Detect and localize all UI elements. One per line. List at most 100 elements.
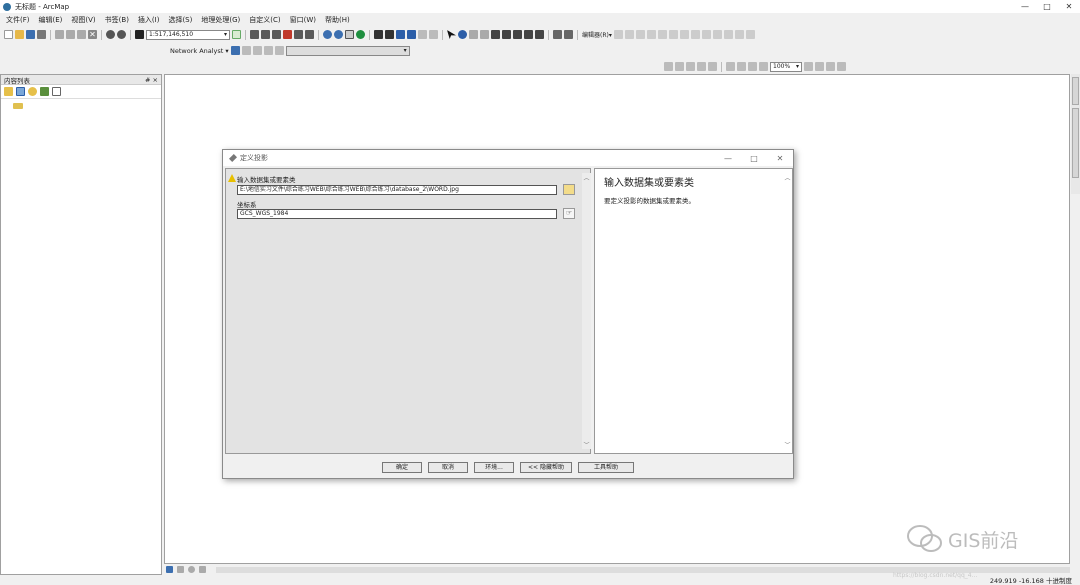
catalog-dock-tab[interactable] (1072, 77, 1079, 105)
select-elements-icon[interactable] (447, 30, 456, 39)
add-data-icon[interactable] (135, 30, 144, 39)
cancel-button[interactable]: 取消 (428, 461, 468, 473)
edit-more-icon[interactable] (745, 30, 755, 39)
dialog-minimize-button[interactable]: — (715, 154, 741, 163)
full-extent-icon[interactable] (356, 30, 365, 39)
edit-tool-icon[interactable] (613, 30, 623, 39)
identify-icon[interactable] (458, 30, 467, 39)
menu-file[interactable]: 文件(F) (6, 15, 30, 25)
menu-windows[interactable]: 窗口(W) (290, 15, 316, 25)
create-network-location-icon[interactable] (241, 46, 251, 55)
ok-button[interactable]: 确定 (382, 461, 422, 473)
zoom-in-icon[interactable] (323, 30, 332, 39)
pause-drawing-icon[interactable] (199, 566, 206, 573)
parameters-scrollbar[interactable]: ︿ ﹀ (582, 173, 591, 449)
new-document-icon[interactable] (4, 30, 13, 39)
list-by-drawing-order-icon[interactable] (4, 87, 13, 96)
table-icon[interactable] (250, 30, 259, 39)
layout-zoom-out-icon[interactable] (675, 62, 684, 71)
fixed-zoom-in-icon[interactable] (374, 30, 383, 39)
edit-vertices-icon[interactable] (624, 30, 634, 39)
menu-customize[interactable]: 自定义(C) (249, 15, 280, 25)
undo-icon[interactable] (106, 30, 115, 39)
help-scrollbar[interactable]: ︿ ﹀ (783, 173, 792, 449)
toggle-draft-mode-icon[interactable] (804, 62, 813, 71)
go-to-xy-icon[interactable] (524, 30, 533, 39)
list-by-visibility-icon[interactable] (28, 87, 37, 96)
zoom-whole-page-icon[interactable] (697, 62, 706, 71)
copy-icon[interactable] (66, 30, 75, 39)
edit-annotation-icon[interactable] (734, 30, 744, 39)
zoom-out-icon[interactable] (334, 30, 343, 39)
layout-pan-icon[interactable] (686, 62, 695, 71)
search-window-icon[interactable] (272, 30, 281, 39)
toc-pin-close[interactable]: # × (145, 76, 158, 84)
find-icon[interactable] (502, 30, 511, 39)
editor-menu[interactable]: 编辑器(R)▾ (582, 30, 612, 39)
paste-icon[interactable] (77, 30, 86, 39)
catalog-icon[interactable] (261, 30, 270, 39)
find-route-icon[interactable] (513, 30, 522, 39)
menu-selection[interactable]: 选择(S) (168, 15, 192, 25)
redo-icon[interactable] (117, 30, 126, 39)
hide-help-button[interactable]: << 隐藏帮助 (520, 461, 572, 473)
dialog-close-button[interactable]: ✕ (767, 154, 793, 163)
tool-help-button[interactable]: 工具帮助 (578, 461, 634, 473)
menu-insert[interactable]: 插入(I) (138, 15, 160, 25)
minimize-button[interactable]: — (1014, 2, 1036, 11)
create-features-icon[interactable] (701, 30, 711, 39)
go-forward-layout-icon[interactable] (759, 62, 768, 71)
model-builder-icon[interactable] (305, 30, 314, 39)
reshape-icon[interactable] (635, 30, 645, 39)
focus-data-frame-icon[interactable] (815, 62, 824, 71)
directions-icon[interactable] (274, 46, 284, 55)
menu-edit[interactable]: 编辑(E) (39, 15, 63, 25)
help-scroll-down-icon[interactable]: ﹀ (783, 440, 792, 449)
pan-icon[interactable] (345, 30, 354, 39)
python-icon[interactable] (294, 30, 303, 39)
maximize-button[interactable]: □ (1036, 2, 1058, 11)
scroll-up-icon[interactable]: ︿ (582, 173, 591, 182)
analysis-layer-combo[interactable]: ▾ (285, 45, 410, 56)
hyperlink-icon[interactable] (469, 30, 478, 39)
list-by-source-icon[interactable] (16, 87, 25, 96)
layout-view-icon[interactable] (177, 566, 184, 573)
save-icon[interactable] (26, 30, 35, 39)
fixed-zoom-out-icon[interactable] (385, 30, 394, 39)
input-dataset-field[interactable]: E:\地信实习文件\综合练习WEB\综合练习WEB\综合练习\database_… (237, 185, 557, 195)
toc-options-icon[interactable] (52, 87, 61, 96)
menu-help[interactable]: 帮助(H) (325, 15, 350, 25)
coordinate-system-field[interactable]: GCS_WGS_1984 (237, 209, 557, 219)
spatial-reference-button[interactable]: ☞ (563, 208, 575, 219)
html-popup-icon[interactable] (480, 30, 489, 39)
data-driven-pages-icon[interactable] (837, 62, 846, 71)
select-features-icon[interactable] (418, 30, 427, 39)
menu-geoprocessing[interactable]: 地理处理(G) (201, 15, 240, 25)
browse-folder-button[interactable] (563, 184, 575, 195)
network-analyst-menu[interactable]: Network Analyst ▾ (170, 47, 229, 55)
fixed-zoom-in-layout-icon[interactable] (726, 62, 735, 71)
measure-icon[interactable] (491, 30, 500, 39)
back-extent-icon[interactable] (396, 30, 405, 39)
network-analyst-window-icon[interactable] (230, 46, 240, 55)
forward-extent-icon[interactable] (407, 30, 416, 39)
select-move-location-icon[interactable] (252, 46, 262, 55)
dialog-maximize-button[interactable]: □ (741, 154, 767, 163)
snapping-icon[interactable] (712, 30, 722, 39)
rotate-icon[interactable] (668, 30, 678, 39)
swipe-icon[interactable] (564, 30, 573, 39)
delete-icon[interactable]: ✕ (88, 30, 97, 39)
editor-toolbar-icon[interactable] (232, 30, 241, 39)
create-viewer-icon[interactable] (553, 30, 562, 39)
menu-bookmarks[interactable]: 书签(B) (105, 15, 129, 25)
sketch-properties-icon[interactable] (690, 30, 700, 39)
data-view-icon[interactable] (166, 566, 173, 573)
open-icon[interactable] (15, 30, 24, 39)
refresh-view-icon[interactable] (188, 566, 195, 573)
print-icon[interactable] (37, 30, 46, 39)
time-slider-icon[interactable] (535, 30, 544, 39)
arctoolbox-dock-tab[interactable] (1072, 108, 1079, 178)
list-by-selection-icon[interactable] (40, 87, 49, 96)
arctoolbox-icon[interactable] (283, 30, 292, 39)
scale-combo[interactable]: 1:517,146,510 ▾ (146, 29, 230, 40)
